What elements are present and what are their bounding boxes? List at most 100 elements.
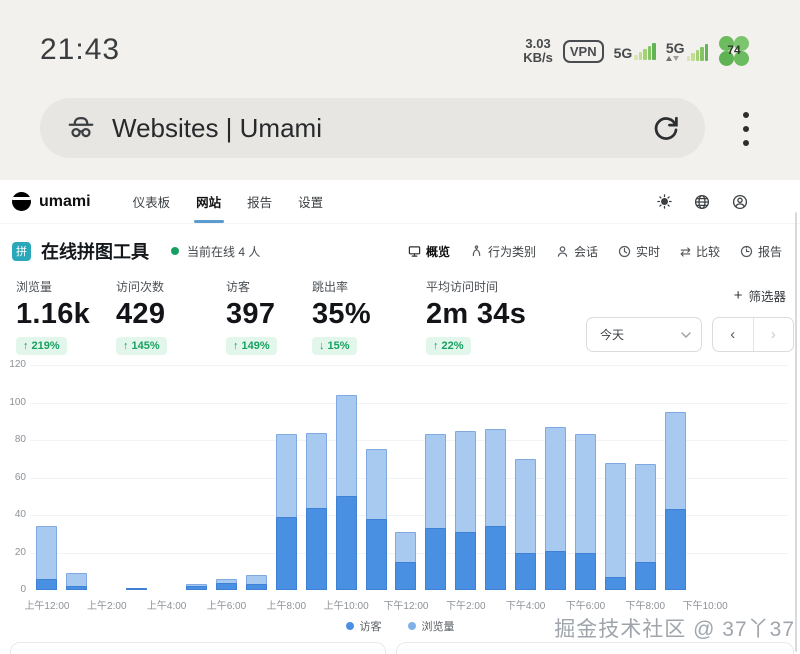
tab-overview[interactable]: 概览 xyxy=(408,243,450,260)
metric-change-badge: ↓15% xyxy=(312,337,357,355)
bar-visitors[interactable] xyxy=(545,551,566,590)
bar-visitors[interactable] xyxy=(515,553,536,591)
sim2-5g-label: 5G xyxy=(666,42,685,55)
browser-address-row: Websites | Umami xyxy=(0,96,800,160)
y-axis-tick: 20 xyxy=(0,547,26,558)
y-axis-tick: 120 xyxy=(0,359,26,370)
tab-events[interactable]: 行为类别 xyxy=(470,243,536,260)
metric-change-badge: ↑145% xyxy=(116,337,167,355)
website-header: 拼 在线拼图工具 当前在线 4 人 概览 行为类别 会话 实时 ⇄ 比较 报告 xyxy=(0,230,800,272)
x-axis-tick: 下午10:00 xyxy=(683,597,728,612)
bar-visitors[interactable] xyxy=(455,532,476,590)
refresh-button[interactable] xyxy=(651,113,681,143)
bar-visitors[interactable] xyxy=(575,553,596,591)
metric-visitors: 访客 397 ↑149% xyxy=(226,278,277,355)
bar-visitors[interactable] xyxy=(306,508,327,591)
bar-visitors[interactable] xyxy=(66,586,87,590)
tab-realtime[interactable]: 实时 xyxy=(618,243,660,260)
site-favicon: 拼 xyxy=(12,242,31,261)
metric-change-badge: ↑149% xyxy=(226,337,277,355)
nav-item-dashboard[interactable]: 仪表板 xyxy=(133,192,171,211)
trend-arrow-icon: ↓ xyxy=(319,340,325,352)
browser-menu-button[interactable] xyxy=(739,108,753,150)
tab-label: 比较 xyxy=(696,243,720,260)
prev-period-button[interactable]: ‹ xyxy=(713,318,754,351)
bar-visitors[interactable] xyxy=(336,496,357,590)
net-speed-value: 3.03 xyxy=(523,37,553,51)
tab-sessions[interactable]: 会话 xyxy=(556,243,598,260)
metric-value: 1.16k xyxy=(16,298,90,331)
legend-item[interactable]: 访客 xyxy=(346,618,382,634)
watermark-text: 掘金技术社区 @ 37丫37 xyxy=(554,613,795,643)
legend-dot-icon xyxy=(346,622,354,630)
legend-item[interactable]: 浏览量 xyxy=(408,618,455,634)
metric-change-badge: ↑22% xyxy=(426,337,471,355)
referrers-card-top xyxy=(396,642,794,654)
metric-label: 跳出率 xyxy=(312,278,371,295)
x-axis-tick: 下午2:00 xyxy=(446,597,485,612)
tab-compare[interactable]: ⇄ 比较 xyxy=(680,243,720,260)
bar-visitors[interactable] xyxy=(36,579,57,590)
bar-visitors[interactable] xyxy=(246,584,267,590)
trend-arrow-icon: ↑ xyxy=(23,340,29,352)
tab-reports[interactable]: 报告 xyxy=(740,243,782,260)
umami-brand[interactable]: umami xyxy=(12,192,91,211)
incognito-icon xyxy=(66,113,96,143)
battery-clover-icon: 74 xyxy=(718,35,750,67)
y-axis-tick: 60 xyxy=(0,472,26,483)
page-scrollbar[interactable] xyxy=(795,212,797,652)
metric-visits: 访问次数 429 ↑145% xyxy=(116,278,167,355)
status-bar: 21:43 3.03 KB/s VPN 5G 5G 74 xyxy=(0,0,800,88)
bar-pageviews[interactable] xyxy=(605,463,626,591)
trend-arrow-icon: ↑ xyxy=(123,340,129,352)
bar-visitors[interactable] xyxy=(485,526,506,590)
online-status-dot xyxy=(171,247,179,255)
change-value: 15% xyxy=(328,340,350,352)
nav-item-reports[interactable]: 报告 xyxy=(247,192,272,211)
url-title-text[interactable]: Websites | Umami xyxy=(112,113,651,144)
chevron-down-icon xyxy=(681,332,691,338)
theme-sun-icon[interactable] xyxy=(657,194,672,209)
language-globe-icon[interactable] xyxy=(694,194,710,210)
legend-label: 访客 xyxy=(360,618,382,634)
bar-visitors[interactable] xyxy=(665,509,686,590)
brand-name: umami xyxy=(39,193,91,211)
date-pager: ‹ › xyxy=(712,317,794,352)
bar-visitors[interactable] xyxy=(395,562,416,590)
traffic-bar-chart: 020406080100120上午12:00上午2:00上午4:00上午6:00… xyxy=(0,356,800,612)
change-value: 219% xyxy=(32,340,60,352)
network-speed-indicator: 3.03 KB/s xyxy=(523,37,553,65)
metric-label: 浏览量 xyxy=(16,278,90,295)
x-axis-tick: 上午10:00 xyxy=(324,597,369,612)
metric-bounce-rate: 跳出率 35% ↓15% xyxy=(312,278,371,355)
bar-visitors[interactable] xyxy=(216,583,237,591)
bar-visitors[interactable] xyxy=(425,528,446,590)
bar-visitors[interactable] xyxy=(186,586,207,590)
pages-card-top xyxy=(10,642,386,654)
umami-logo-icon xyxy=(12,192,31,211)
nav-item-websites[interactable]: 网站 xyxy=(196,192,221,211)
umami-navbar: umami 仪表板 网站 报告 设置 xyxy=(0,180,800,224)
date-range-select[interactable]: 今天 xyxy=(586,317,702,352)
bar-visitors[interactable] xyxy=(366,519,387,590)
tab-label: 会话 xyxy=(574,243,598,260)
bar-visitors[interactable] xyxy=(605,577,626,590)
metric-value: 35% xyxy=(312,298,371,331)
bar-visitors[interactable] xyxy=(635,562,656,590)
add-filter-button[interactable]: + 筛选器 xyxy=(734,286,786,305)
next-period-button[interactable]: › xyxy=(754,318,794,351)
profile-avatar-icon[interactable] xyxy=(732,194,748,210)
metrics-row: 浏览量 1.16k ↑219% 访问次数 429 ↑145% 访客 397 ↑1… xyxy=(0,278,800,356)
nav-item-settings[interactable]: 设置 xyxy=(298,192,323,211)
view-tabs: 概览 行为类别 会话 实时 ⇄ 比较 报告 xyxy=(408,243,782,260)
bar-visitors[interactable] xyxy=(276,517,297,590)
filter-label: 筛选器 xyxy=(748,286,786,305)
y-axis-tick: 40 xyxy=(0,509,26,520)
address-bar[interactable]: Websites | Umami xyxy=(40,98,705,158)
metric-value: 429 xyxy=(116,298,167,331)
bar-visitors[interactable] xyxy=(126,588,147,590)
metric-label: 访问次数 xyxy=(116,278,167,295)
metric-value: 2m 34s xyxy=(426,298,526,331)
gridline xyxy=(30,403,788,404)
date-range-value: 今天 xyxy=(600,326,681,343)
